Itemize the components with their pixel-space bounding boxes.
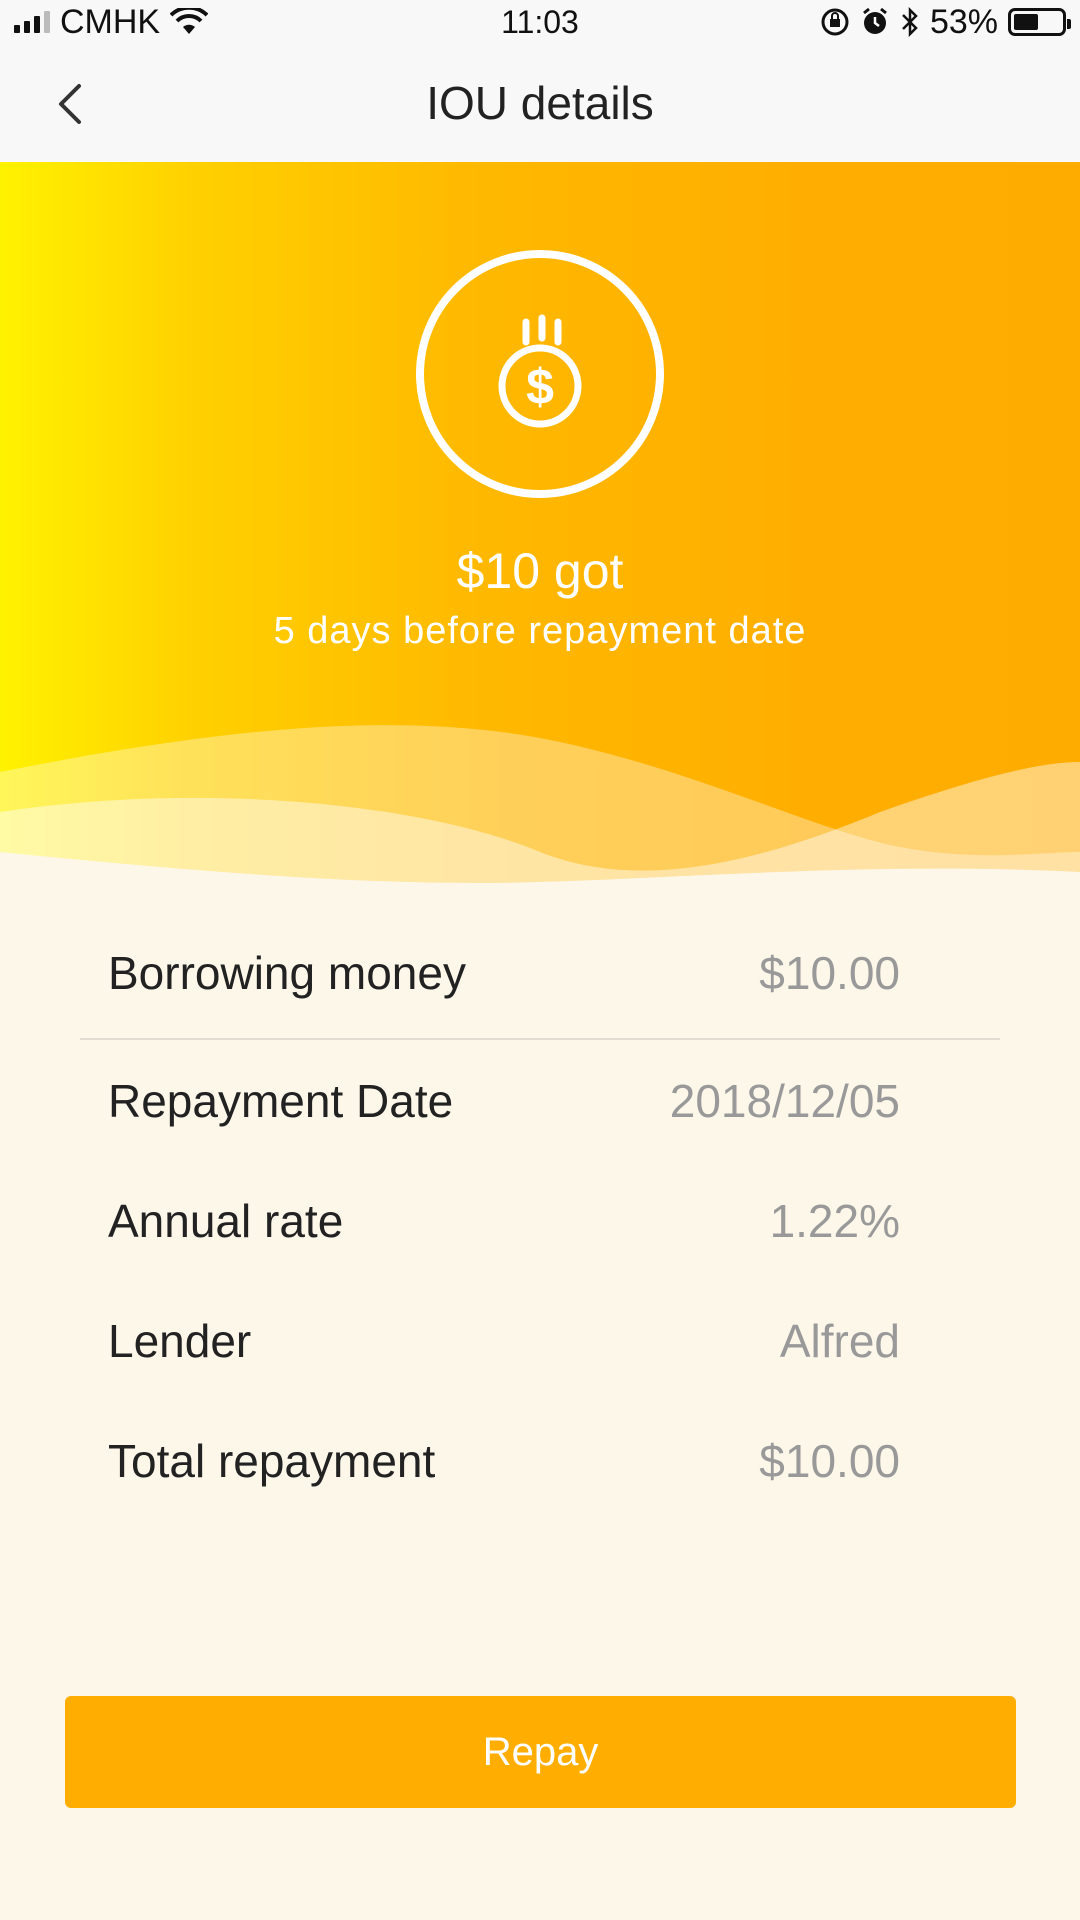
detail-value: Alfred <box>779 1315 900 1367</box>
battery-level <box>1014 14 1039 30</box>
divider <box>80 1038 1000 1040</box>
decorative-waves <box>0 725 1080 902</box>
detail-row-repayment-date: Repayment Date 2018/12/05 <box>108 1074 900 1128</box>
loan-amount-heading: $10 got <box>456 543 624 599</box>
hero-banner: $ $10 got 5 days before repayment date <box>0 162 1080 902</box>
alarm-icon <box>863 7 887 34</box>
detail-label: Lender <box>108 1315 252 1367</box>
detail-row-total-repayment: Total repayment $10.00 <box>108 1434 900 1488</box>
battery-percent: 53% <box>929 2 998 41</box>
signal-icon <box>14 11 50 33</box>
orientation-lock-icon <box>821 8 849 36</box>
wifi-icon <box>170 8 209 34</box>
detail-value: 2018/12/05 <box>669 1075 900 1127</box>
chevron-left-icon <box>59 84 81 124</box>
detail-row-borrowing-money: Borrowing money $10.00 <box>108 946 900 1000</box>
back-button[interactable] <box>40 74 100 134</box>
coin-dollar-icon: $ <box>498 314 582 428</box>
bluetooth-icon <box>902 7 918 37</box>
status-bar: CMHK 11:03 53% <box>0 0 1080 44</box>
coin-icon-circle: $ <box>416 250 664 498</box>
detail-label: Annual rate <box>108 1195 344 1247</box>
detail-value: $10.00 <box>759 1435 900 1487</box>
page-title: IOU details <box>426 77 654 129</box>
detail-label: Total repayment <box>108 1435 436 1487</box>
detail-label: Borrowing money <box>108 947 466 999</box>
detail-label: Repayment Date <box>108 1075 454 1127</box>
detail-row-annual-rate: Annual rate 1.22% <box>108 1194 900 1248</box>
repayment-countdown: 5 days before repayment date <box>273 610 807 652</box>
battery-icon <box>1008 8 1071 36</box>
status-right: 53% <box>820 2 1071 42</box>
detail-row-lender: Lender Alfred <box>108 1314 900 1368</box>
detail-value: $10.00 <box>759 947 900 999</box>
svg-text:$: $ <box>526 359 554 415</box>
repay-button[interactable]: Repay <box>65 1696 1016 1808</box>
navigation-bar: IOU details <box>0 44 1080 162</box>
carrier-label: CMHK <box>60 2 161 41</box>
detail-value: 1.22% <box>769 1195 900 1247</box>
status-left: CMHK <box>14 2 209 42</box>
